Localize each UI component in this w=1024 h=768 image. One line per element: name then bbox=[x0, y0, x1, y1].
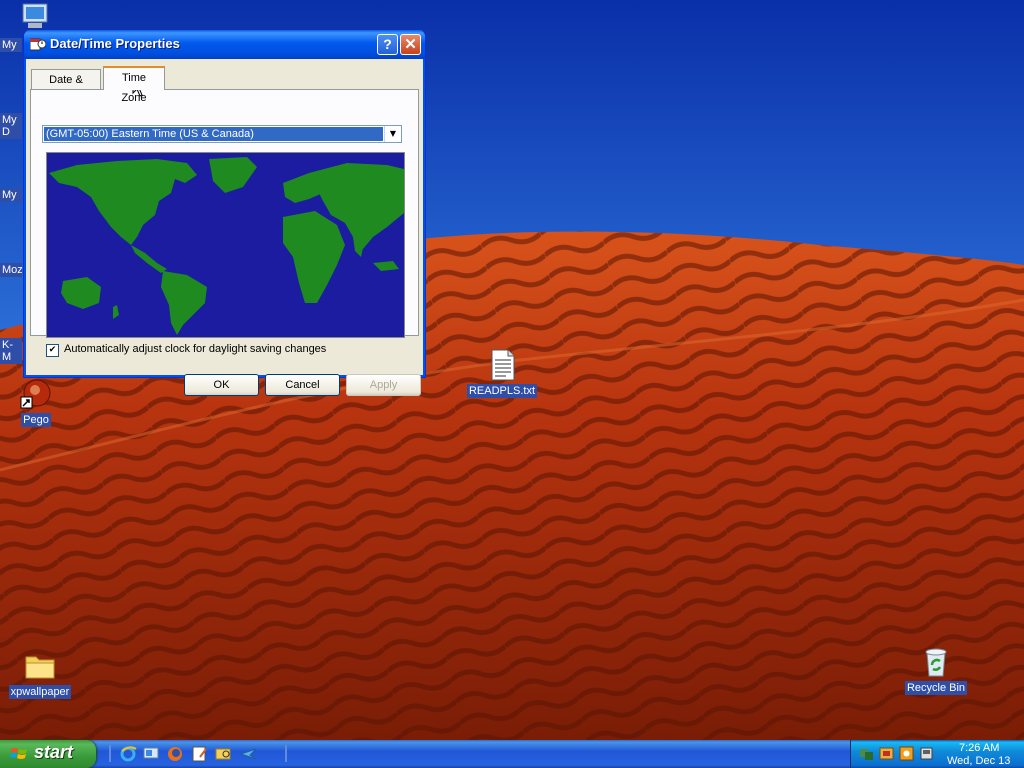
tab-date-time[interactable]: Date & Time bbox=[31, 69, 101, 106]
windows-flag-icon bbox=[10, 748, 27, 759]
messenger-icon[interactable] bbox=[240, 745, 257, 762]
apply-button[interactable]: Apply bbox=[346, 374, 421, 396]
desktop-icon-label: Recycle Bin bbox=[904, 681, 968, 695]
folder-icon bbox=[24, 650, 56, 682]
desktop-icon-label-partial[interactable]: K-M bbox=[0, 338, 22, 364]
dst-checkbox-label[interactable]: Automatically adjust clock for daylight … bbox=[64, 343, 326, 355]
network-icon[interactable] bbox=[859, 746, 874, 761]
desktop-icon-label-partial[interactable]: Moz bbox=[0, 263, 22, 277]
computer-icon bbox=[22, 3, 48, 28]
desktop-icon-my-computer-partial[interactable] bbox=[20, 2, 52, 32]
time-zone-selected-value: (GMT-05:00) Eastern Time (US & Canada) bbox=[44, 127, 383, 141]
system-tray: 7:26 AM Wed, Dec 13 bbox=[850, 740, 1024, 768]
recycle-bin-icon bbox=[920, 646, 952, 678]
taskbar-grip[interactable] bbox=[284, 745, 288, 762]
desktop-icon-label-partial[interactable]: My D bbox=[0, 113, 22, 139]
clock-calendar-icon bbox=[30, 38, 46, 51]
window-client-area: Date & Time Time Zone (GMT-05:00) Easter… bbox=[27, 59, 422, 396]
world-map bbox=[46, 152, 405, 338]
text-file-icon bbox=[486, 349, 518, 381]
close-button[interactable]: ✕ bbox=[400, 34, 421, 55]
cancel-button[interactable]: Cancel bbox=[265, 374, 340, 396]
ie-icon[interactable] bbox=[120, 745, 137, 762]
notepad-icon[interactable] bbox=[191, 745, 208, 762]
desktop-icon-label: Pego bbox=[21, 413, 51, 427]
tray-device-icon[interactable] bbox=[919, 746, 934, 761]
quick-launch-grip[interactable] bbox=[108, 745, 112, 762]
tab-time-zone[interactable]: Time Zone bbox=[103, 66, 165, 104]
clock-time[interactable]: 7:26 AM bbox=[959, 742, 999, 754]
start-button[interactable]: start bbox=[0, 740, 96, 768]
desktop-icon-xpwallpaper[interactable]: xpwallpaper bbox=[0, 650, 80, 699]
chevron-down-icon[interactable]: ▼ bbox=[384, 126, 401, 142]
desktop-icon-label-partial[interactable]: My bbox=[0, 38, 22, 52]
time-zone-dropdown[interactable]: (GMT-05:00) Eastern Time (US & Canada) ▼ bbox=[42, 125, 402, 143]
firefox-icon[interactable] bbox=[167, 745, 184, 762]
show-desktop-icon[interactable] bbox=[143, 745, 160, 762]
tray-media-icon[interactable] bbox=[899, 746, 914, 761]
ok-button[interactable]: OK bbox=[184, 374, 259, 396]
desktop-icon-label-partial[interactable]: My bbox=[0, 188, 22, 202]
explorer-icon[interactable] bbox=[215, 745, 232, 762]
dst-checkbox[interactable]: ✔ bbox=[46, 344, 59, 357]
world-map-image bbox=[47, 153, 404, 337]
date-time-properties-window: Date/Time Properties ? ✕ Date & Time Tim… bbox=[23, 30, 426, 396]
help-button[interactable]: ? bbox=[377, 34, 398, 55]
tray-app-icon[interactable] bbox=[879, 746, 894, 761]
desktop-icon-label: READPLS.txt bbox=[466, 384, 538, 398]
pego-icon bbox=[20, 378, 52, 410]
start-label: start bbox=[34, 742, 74, 762]
window-titlebar[interactable]: Date/Time Properties ? ✕ bbox=[24, 30, 425, 59]
desktop-icon-recycle-bin[interactable]: Recycle Bin bbox=[896, 646, 976, 695]
clock-date[interactable]: Wed, Dec 13 bbox=[947, 755, 1010, 767]
desktop-icon-label: xpwallpaper bbox=[8, 685, 72, 699]
desktop-icon-pego[interactable]: Pego bbox=[0, 378, 76, 427]
window-title: Date/Time Properties bbox=[50, 36, 180, 51]
desktop-icon-readpls[interactable]: READPLS.txt bbox=[462, 349, 542, 398]
